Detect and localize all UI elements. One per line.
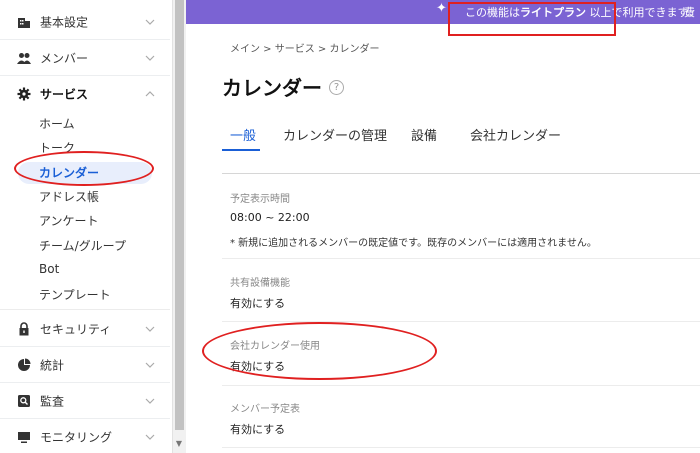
sidebar-divider xyxy=(0,309,170,310)
sidebar-group-security[interactable]: セキュリティ xyxy=(0,311,170,347)
pie-chart-icon xyxy=(18,358,31,371)
setting-value-shared-facilities: 有効にする xyxy=(230,297,286,310)
section-divider xyxy=(222,258,700,259)
gear-icon xyxy=(17,87,31,101)
chevron-down-icon xyxy=(145,55,155,61)
page-title: カレンダー xyxy=(222,76,322,100)
tab-general[interactable]: 一般 xyxy=(230,125,256,144)
monitor-icon xyxy=(18,432,30,443)
chevron-down-icon xyxy=(145,398,155,404)
sidebar-group-members[interactable]: メンバー xyxy=(0,40,170,76)
sidebar-group-label: モニタリング xyxy=(40,430,113,445)
sidebar-item-survey[interactable]: アンケート xyxy=(39,212,99,229)
scroll-down-arrow-icon[interactable]: ▼ xyxy=(174,438,184,450)
sidebar-group-label: 監査 xyxy=(40,394,65,408)
lock-icon xyxy=(19,321,29,335)
sidebar-group-label: セキュリティ xyxy=(40,322,112,336)
active-tab-indicator xyxy=(222,149,260,151)
annotation-ellipse-calendar xyxy=(14,151,154,186)
tab-company-calendar[interactable]: 会社カレンダー xyxy=(470,125,561,144)
setting-label-shared-facilities: 共有設備機能 xyxy=(230,278,290,289)
sidebar-group-services[interactable]: サービス xyxy=(0,76,170,112)
sidebar-item-bot[interactable]: Bot xyxy=(39,262,59,276)
setting-note-display-time: * 新規に追加されるメンバーの既定値です。既存のメンバーには適用されません。 xyxy=(230,238,597,249)
sidebar-item-home[interactable]: ホーム xyxy=(39,115,75,132)
annotation-ellipse-company-calendar xyxy=(202,322,437,380)
setting-label-display-time: 予定表示時間 xyxy=(230,194,290,205)
section-divider xyxy=(222,385,700,386)
scrollbar-thumb[interactable] xyxy=(175,0,184,430)
sidebar-item-template[interactable]: テンプレート xyxy=(39,286,111,303)
sidebar-item-address-book[interactable]: アドレス帳 xyxy=(39,188,99,205)
tab-calendar-management[interactable]: カレンダーの管理 xyxy=(283,125,387,144)
sparkle-icon: ✦ xyxy=(436,1,447,16)
sidebar-group-statistics[interactable]: 統計 xyxy=(0,347,170,383)
sidebar-item-team-group[interactable]: チーム/グループ xyxy=(39,237,126,254)
sidebar-group-label: 統計 xyxy=(40,358,65,372)
setting-value-member-schedule: 有効にする xyxy=(230,423,286,436)
setting-value-display-time: 08:00 ~ 22:00 xyxy=(230,211,310,224)
sidebar-group-label: 基本設定 xyxy=(40,15,89,29)
breadcrumb: メイン > サービス > カレンダー xyxy=(230,44,380,55)
help-icon[interactable]: ? xyxy=(329,80,344,95)
audit-icon xyxy=(18,394,30,407)
annotation-rectangle xyxy=(448,2,616,36)
building-icon xyxy=(18,17,30,28)
chevron-down-icon xyxy=(145,19,155,25)
sidebar-group-monitoring[interactable]: モニタリング xyxy=(0,419,170,453)
chevron-up-icon xyxy=(145,91,155,97)
sidebar-group-label: サービス xyxy=(40,87,89,102)
sidebar-group-basic-settings[interactable]: 基本設定 xyxy=(0,4,170,40)
sidebar: 基本設定 メンバー サービス ホーム トーク カレンダー アドレス帳 アンケート… xyxy=(0,0,172,453)
chevron-down-icon xyxy=(145,434,155,440)
section-divider xyxy=(222,447,700,448)
setting-label-member-schedule: メンバー予定表 xyxy=(230,404,300,415)
sidebar-group-audit[interactable]: 監査 xyxy=(0,383,170,419)
sidebar-group-label: メンバー xyxy=(40,51,89,65)
chevron-down-icon xyxy=(145,362,155,368)
banner-truncated-text: 費 xyxy=(684,6,695,19)
chevron-down-icon xyxy=(145,326,155,332)
members-icon xyxy=(17,52,31,64)
tab-facilities[interactable]: 設備 xyxy=(411,125,437,144)
tabs-divider xyxy=(222,173,700,174)
